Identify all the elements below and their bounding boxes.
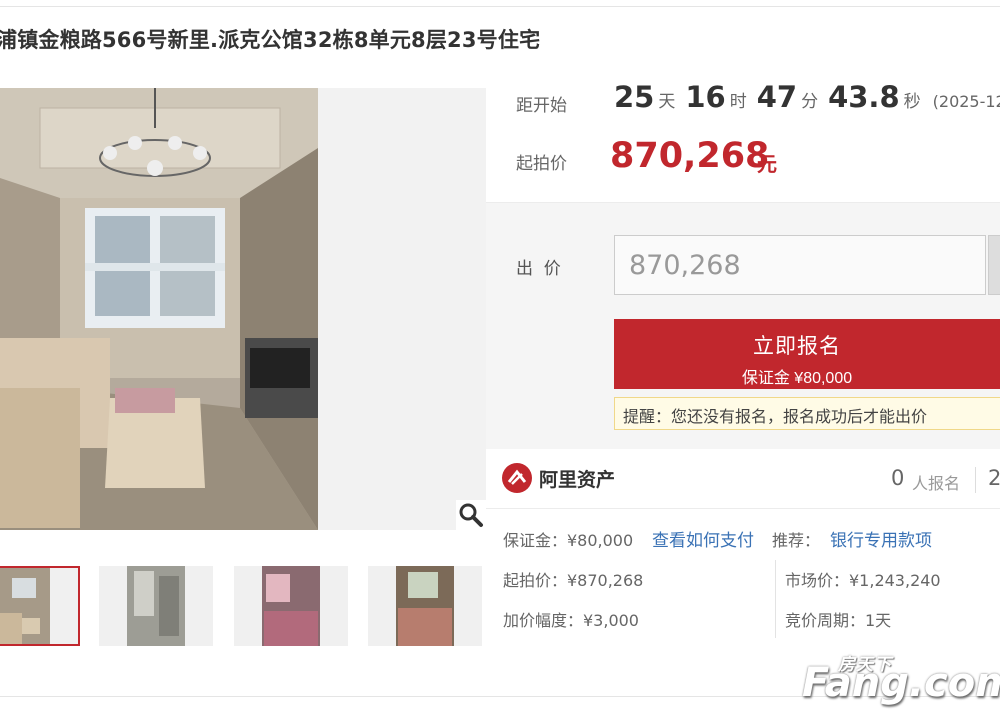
countdown-days: 25 [614, 80, 655, 114]
platform-name[interactable]: 阿里资产 [539, 465, 615, 492]
thumbnail-2[interactable] [99, 566, 213, 646]
registered-label: 人报名 [912, 474, 961, 493]
registered-count: 0 [891, 466, 905, 490]
secondary-count: 2 [988, 466, 1000, 490]
countdown-hours: 16 [685, 80, 726, 114]
countdown-seconds-unit: 秒 [903, 92, 921, 112]
countdown-hours-unit: 时 [729, 92, 747, 112]
how-to-pay-link[interactable]: 查看如何支付 [652, 526, 754, 551]
starting-price-unit: 元 [757, 152, 777, 176]
watermark-logo: Fang.com [802, 660, 1000, 706]
bid-label: 出 价 [516, 259, 561, 279]
countdown-minutes: 47 [756, 80, 798, 114]
deposit-info: 保证金：¥80,000 [503, 531, 634, 550]
bid-stepper[interactable] [988, 235, 1000, 295]
recommend-label: 推荐： [772, 531, 821, 550]
signup-reminder: 提醒：您还没有报名，报名成功后才能出价 [614, 397, 1000, 430]
signup-deposit-label: 保证金 ¥80,000 [741, 370, 853, 387]
thumbnail-1[interactable] [0, 566, 80, 646]
countdown-label: 距开始 [516, 96, 567, 116]
countdown-seconds: 43.8 [828, 80, 900, 114]
countdown-days-unit: 天 [658, 92, 676, 112]
listing-title: 浦镇金粮路566号新里.派克公馆32栋8单元8层23号住宅 [0, 28, 541, 52]
countdown-timer: 25 天 16 时 47 分 43.8 秒 (2025-12-07 [614, 80, 1000, 114]
thumbnail-3[interactable] [234, 566, 348, 646]
thumbnail-4[interactable] [368, 566, 482, 646]
top-divider [0, 6, 1000, 7]
start-price-info: 起拍价：¥870,268 [503, 571, 644, 590]
details-divider [775, 560, 776, 638]
stats-divider [975, 467, 976, 493]
starting-price-value: 870,268 [610, 136, 770, 176]
zoom-button[interactable] [456, 500, 486, 530]
countdown-start-date: (2025-12-07 [932, 92, 1000, 111]
starting-price-label: 起拍价 [516, 154, 567, 174]
magnifier-icon [459, 503, 483, 527]
countdown-minutes-unit: 分 [801, 92, 819, 112]
signup-button[interactable]: 立即报名 保证金 ¥80,000 [614, 319, 1000, 389]
bid-cycle-info: 竞价周期：1天 [785, 611, 892, 630]
main-photo[interactable] [0, 88, 318, 530]
market-price-info: 市场价：¥1,243,240 [785, 571, 941, 590]
signup-button-label: 立即报名 [753, 335, 841, 358]
bid-input[interactable] [614, 235, 986, 295]
ali-assets-logo-icon [502, 463, 532, 493]
increment-info: 加价幅度：¥3,000 [503, 611, 639, 630]
bank-account-link[interactable]: 银行专用款项 [830, 526, 932, 551]
